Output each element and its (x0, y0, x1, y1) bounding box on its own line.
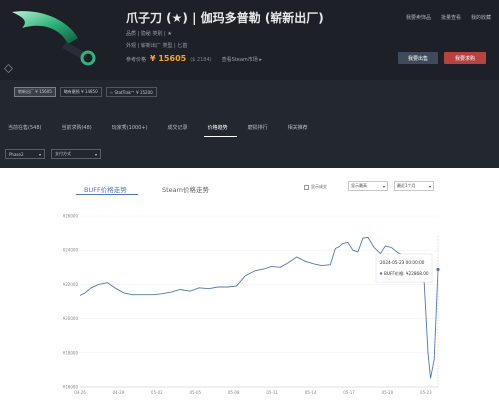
chart-tab-indicator (76, 194, 138, 195)
item-quality: 品质 | 隐秘 类别 | ★ (126, 31, 172, 37)
tab-buy-orders[interactable]: 当前求购(48) (61, 124, 91, 131)
range-select[interactable]: 最近1个月 ▾ (394, 181, 434, 191)
y-tick-label: ¥24000 (63, 248, 79, 253)
price-row: 参考价格 ¥ 15605 ($ 2184) 查看Steam市场 ▸ (126, 54, 262, 63)
variant-list: 崭新出厂 ¥ 15605 略有磨损 ¥ 14850 ☆ StatTrak™ ¥ … (14, 87, 157, 97)
show-deals-label: 显示成交 (311, 184, 327, 189)
x-tick-label: 04-29 (113, 390, 125, 395)
payment-select-value: 支付方式 (55, 151, 71, 156)
x-tick-label: 04-26 (74, 390, 86, 395)
chart-tab-steam[interactable]: Steam价格走势 (162, 184, 209, 194)
top-links: 我要卖饰品 批量查看 我的收藏 (406, 14, 491, 21)
top-link-sell[interactable]: 我要卖饰品 (406, 14, 431, 21)
phase-select[interactable]: Phase2 ▾ (5, 149, 45, 159)
tab-showcase[interactable]: 玩家秀(1000+) (112, 124, 148, 131)
y-tick-label: ¥18000 (63, 350, 79, 355)
active-tab-indicator (204, 136, 237, 137)
x-tick-label: 05-17 (343, 390, 355, 395)
sell-button[interactable]: 我要出售 (398, 52, 438, 64)
display-select[interactable]: 显示最高 ▾ (348, 181, 388, 191)
payment-select[interactable]: 支付方式 ▾ (51, 149, 101, 159)
tab-wear-rank[interactable]: 磨损排行 (248, 124, 268, 131)
price-trend-chart[interactable]: ¥26000¥24000¥22000¥20000¥18000¥1600004-2… (0, 200, 499, 415)
caret-down-icon: ▾ (382, 183, 385, 189)
chart-tab-buff[interactable]: BUFF价格走势 (84, 184, 127, 194)
item-title: 爪子刀 (★) | 伽玛多普勒 (崭新出厂) (126, 11, 324, 25)
variant-minimal-wear[interactable]: 略有磨损 ¥ 14850 (59, 87, 102, 97)
steam-market-link[interactable]: 查看Steam市场 ▸ (222, 56, 262, 63)
x-tick-label: 05-11 (266, 390, 278, 395)
phase-select-value: Phase2 (9, 151, 24, 157)
x-tick-label: 05-05 (189, 390, 201, 395)
y-tick-label: ¥22000 (63, 282, 79, 287)
hover-point (436, 267, 440, 272)
display-select-value: 显示最高 (351, 183, 367, 188)
knife-image (12, 11, 96, 66)
x-tick-label: 05-02 (151, 390, 163, 395)
x-tick-label: 05-08 (228, 390, 240, 395)
tooltip-marker (379, 272, 383, 275)
tab-price-trend[interactable]: 价格趋势 (208, 124, 228, 131)
tab-on-sale[interactable]: 当前在售(548) (8, 124, 41, 131)
tooltip-date: 2024-05-23 00:00:00 (380, 260, 425, 265)
caret-down-icon: ▾ (38, 151, 41, 157)
item-exterior: 外观 | 崭新出厂 类型 | 匕首 (126, 43, 188, 49)
tab-history[interactable]: 成交记录 (168, 124, 188, 131)
price-usd: ($ 2184) (190, 57, 212, 63)
y-tick-label: ¥16000 (63, 385, 79, 390)
checkbox-icon[interactable] (304, 184, 309, 190)
caret-down-icon: ▾ (94, 151, 97, 157)
x-tick-label: 05-23 (420, 390, 432, 395)
y-tick-label: ¥20000 (63, 316, 79, 321)
x-tick-label: 05-14 (305, 390, 317, 395)
show-deals-toggle[interactable]: 显示成交 (304, 184, 327, 190)
tooltip-value: BUFF价格: ¥22868.00 (384, 270, 429, 277)
x-tick-label: 05-20 (382, 390, 394, 395)
top-link-fav[interactable]: 我的收藏 (471, 14, 491, 21)
tab-bar: 当前在售(548) 当前求购(48) 玩家秀(1000+) 成交记录 价格趋势 … (8, 124, 308, 131)
filter-bar: Phase2 ▾ 支付方式 ▾ (5, 149, 101, 159)
y-tick-label: ¥26000 (63, 214, 79, 219)
chart-tooltip (375, 253, 433, 283)
range-select-value: 最近1个月 (397, 183, 416, 188)
price-value: ¥ 15605 (150, 54, 187, 63)
variant-stattrak[interactable]: ☆ StatTrak™ ¥ 15200 (105, 87, 157, 97)
tab-related[interactable]: 相关推荐 (288, 124, 308, 131)
price-label: 参考价格 (126, 57, 147, 63)
caret-down-icon: ▾ (428, 183, 431, 189)
top-link-batch[interactable]: 批量查看 (441, 14, 461, 21)
variant-factory-new[interactable]: 崭新出厂 ¥ 15605 (14, 87, 56, 97)
buy-order-button[interactable]: 我要求购 (444, 52, 486, 64)
